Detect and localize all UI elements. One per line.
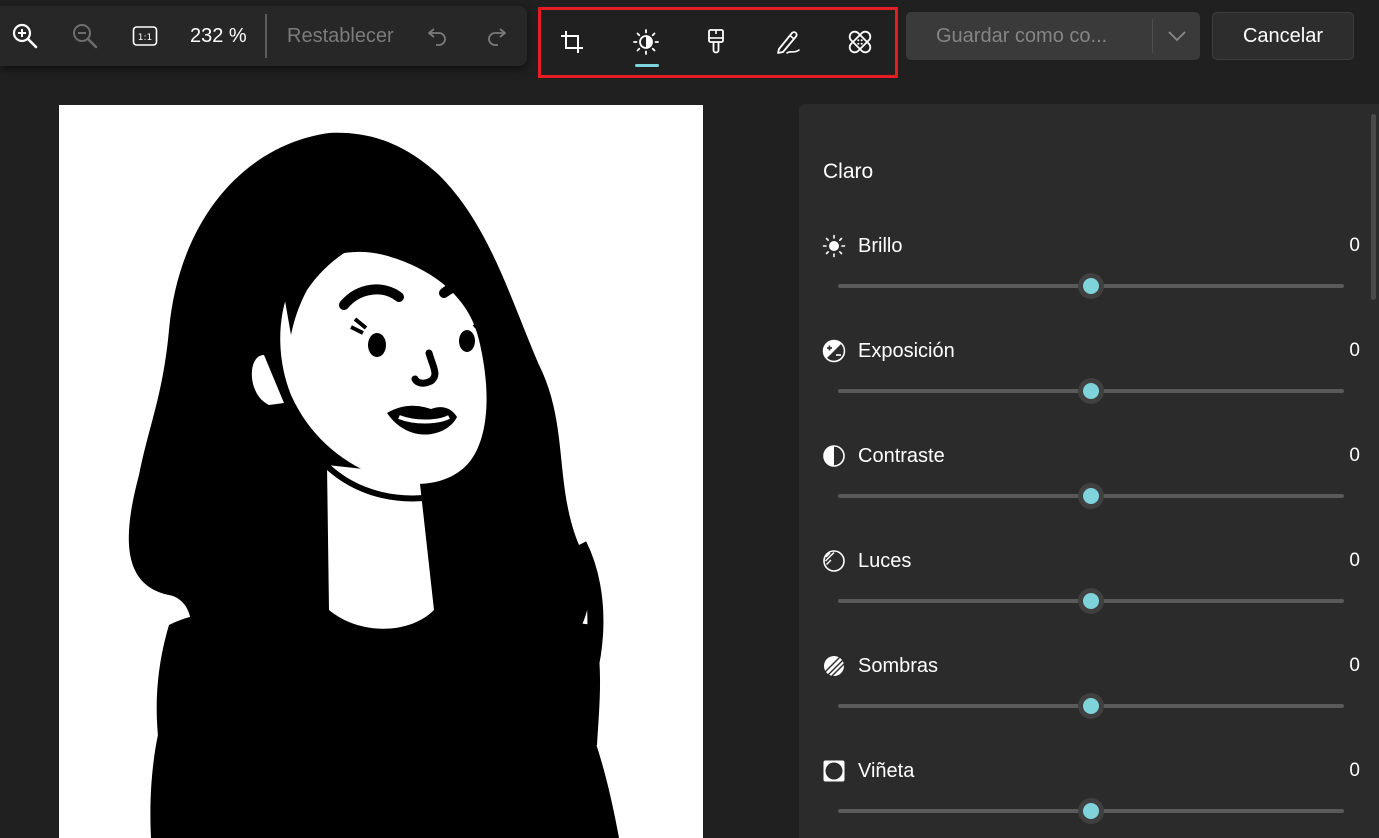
- zoom-out-button[interactable]: [68, 6, 102, 66]
- adjust-tool-button[interactable]: [624, 20, 668, 64]
- edit-tools-group: [538, 7, 898, 78]
- adjustment-label: Exposición: [858, 339, 955, 362]
- slider-thumb[interactable]: [1078, 693, 1104, 719]
- adjustment-vineta: Viñeta 0: [799, 759, 1371, 838]
- section-title: Claro: [823, 160, 874, 183]
- adjustment-contraste: Contraste 0: [799, 444, 1371, 549]
- adjustment-label: Sombras: [858, 654, 939, 677]
- chevron-down-icon: [1168, 31, 1186, 42]
- slider-thumb-center: [1083, 278, 1099, 294]
- contraste-slider[interactable]: [838, 483, 1344, 509]
- adjustment-luces: Luces 0: [799, 549, 1371, 654]
- save-options-dropdown[interactable]: [1162, 12, 1192, 60]
- slider-thumb-center: [1083, 803, 1099, 819]
- save-as-copy-button[interactable]: Guardar como co...: [906, 12, 1200, 60]
- actual-size-button[interactable]: 1:1: [128, 6, 162, 66]
- reset-button[interactable]: Restablecer: [287, 6, 394, 66]
- filter-tool-button[interactable]: [694, 20, 738, 64]
- zoom-out-icon: [73, 24, 98, 49]
- retouch-tool-button[interactable]: [838, 20, 882, 64]
- shadows-icon: [822, 654, 846, 678]
- adjustment-value: 0: [1349, 760, 1360, 781]
- slider-thumb[interactable]: [1078, 273, 1104, 299]
- markup-tool-button[interactable]: [766, 20, 810, 64]
- adjustment-label: Viñeta: [858, 759, 915, 782]
- portrait-illustration: [128, 132, 619, 838]
- slider-thumb-center: [1083, 383, 1099, 399]
- adjustment-value: 0: [1349, 550, 1360, 571]
- vignette-icon: [822, 759, 846, 783]
- crop-icon: [561, 31, 583, 53]
- save-button-divider: [1152, 19, 1153, 53]
- zoom-toolbar: 1:1 232 % Restablecer: [0, 6, 527, 66]
- undo-icon: [428, 28, 446, 46]
- vineta-slider[interactable]: [838, 798, 1344, 824]
- active-tool-indicator: [635, 64, 659, 67]
- actual-size-icon: 1:1: [132, 26, 158, 46]
- slider-thumb[interactable]: [1078, 378, 1104, 404]
- svg-text:1:1: 1:1: [138, 33, 152, 43]
- brush-icon: [708, 29, 724, 54]
- slider-thumb[interactable]: [1078, 798, 1104, 824]
- slider-thumb[interactable]: [1078, 588, 1104, 614]
- slider-thumb[interactable]: [1078, 483, 1104, 509]
- adjustment-exposicion: Exposición 0: [799, 339, 1371, 444]
- adjustment-value: 0: [1349, 340, 1360, 361]
- bandage-icon: [848, 30, 872, 54]
- crop-tool-button[interactable]: [550, 20, 594, 64]
- brightness-icon: [633, 29, 659, 55]
- adjustment-value: 0: [1349, 235, 1360, 256]
- adjustment-label: Luces: [858, 549, 912, 572]
- redo-icon: [488, 28, 506, 46]
- panel-scrollbar[interactable]: [1371, 114, 1376, 300]
- toolbar-divider: [265, 14, 267, 58]
- adjust-panel: Claro Brillo 0 Exposición 0 Contraste 0 Luces 0…: [799, 104, 1379, 838]
- cancel-button[interactable]: Cancelar: [1212, 12, 1354, 60]
- redo-button[interactable]: [481, 6, 511, 66]
- slider-thumb-center: [1083, 698, 1099, 714]
- highlights-icon: [822, 549, 846, 573]
- slider-thumb-center: [1083, 488, 1099, 504]
- adjustment-label: Brillo: [858, 234, 903, 257]
- zoom-level: 232 %: [190, 24, 247, 47]
- adjustment-brillo: Brillo 0: [799, 234, 1371, 339]
- pen-icon: [777, 31, 800, 54]
- sombras-slider[interactable]: [838, 693, 1344, 719]
- image-canvas[interactable]: [59, 105, 703, 838]
- brightness-icon: [822, 234, 846, 258]
- zoom-in-button[interactable]: [8, 6, 42, 66]
- brillo-slider[interactable]: [838, 273, 1344, 299]
- adjustment-value: 0: [1349, 655, 1360, 676]
- photo-editor-window: 1:1 232 % Restablecer Guardar como co...…: [0, 0, 1379, 838]
- adjustment-label: Contraste: [858, 444, 945, 467]
- slider-thumb-center: [1083, 593, 1099, 609]
- exposicion-slider[interactable]: [838, 378, 1344, 404]
- save-as-copy-label: Guardar como co...: [936, 24, 1108, 47]
- contrast-icon: [822, 444, 846, 468]
- undo-button[interactable]: [423, 6, 453, 66]
- zoom-in-icon: [12, 23, 38, 49]
- exposure-icon: [822, 339, 846, 363]
- adjustment-value: 0: [1349, 445, 1360, 466]
- luces-slider[interactable]: [838, 588, 1344, 614]
- adjustment-sombras: Sombras 0: [799, 654, 1371, 759]
